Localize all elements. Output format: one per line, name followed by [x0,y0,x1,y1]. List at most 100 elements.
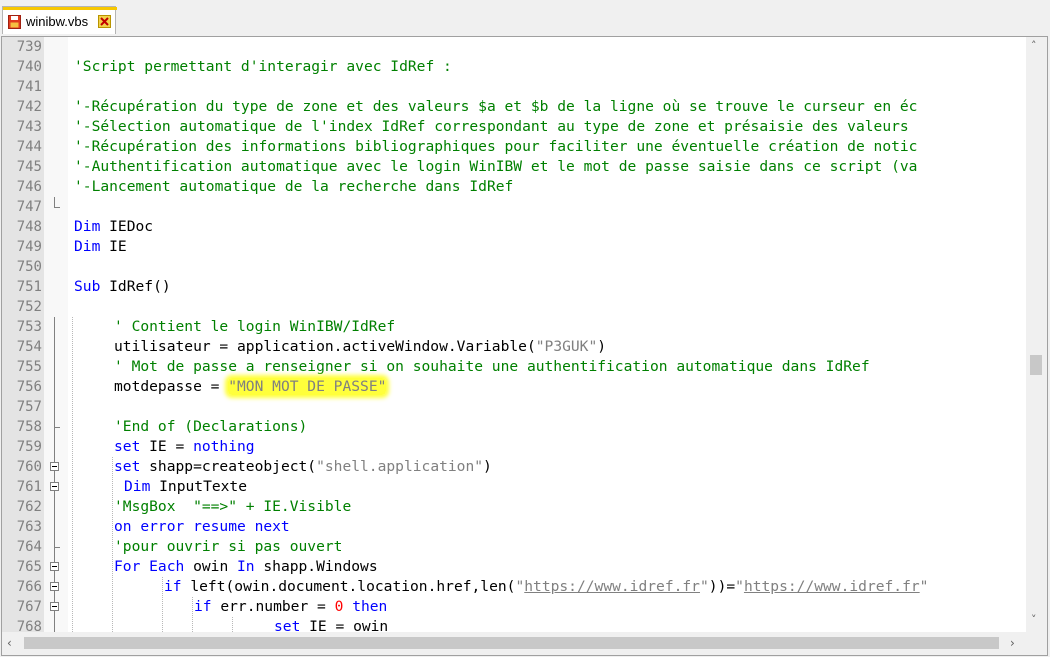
fold-margin [44,37,68,632]
code-text: IE = owin [300,618,389,632]
line-number: 744 [16,139,42,155]
code-line: Dim IEDoc [74,217,153,237]
tab-winibw-vbs[interactable]: winibw.vbs [2,6,117,34]
chevron-right-icon[interactable]: › [1010,636,1015,650]
fold-collapse-icon[interactable] [50,482,59,491]
identifier: IdRef() [100,278,171,295]
code-text: ) [483,458,492,475]
tab-active-accent [3,7,117,10]
vertical-scrollbar[interactable]: ˄ ˅ [1026,37,1047,632]
line-number: 751 [16,279,42,295]
line-number: 747 [16,199,42,215]
code-editor[interactable]: 739 740 741 742 743 744 745 746 747 748 … [1,36,1048,656]
keyword: set [114,458,141,475]
code-keyword-line: on error resume next [114,518,290,535]
code-comment: ' Mot de passe a renseigner si on souhai… [114,358,870,375]
code-text: shapp.Windows [254,558,378,575]
keyword: set [274,618,301,632]
string-quote: " [735,578,744,595]
line-number: 746 [16,179,42,195]
line-number: 739 [16,39,42,55]
url-link[interactable]: https://www.idref.fr [524,578,700,595]
close-icon[interactable] [98,15,111,28]
url-link[interactable]: https://www.idref.fr [744,578,920,595]
chevron-up-icon[interactable]: ˄ [1031,40,1042,51]
code-line: if err.number = 0 then [194,597,387,617]
fold-tick [54,427,60,428]
chevron-down-icon[interactable]: ˅ [1031,614,1042,625]
line-number: 754 [16,339,42,355]
code-text: owin [184,558,238,575]
code-text: motdepasse = [114,378,229,395]
code-text: left(owin.document.location.href,len( [181,578,516,595]
code-line: if left(owin.document.location.href,len(… [164,577,928,597]
indent-guide [112,457,113,632]
keyword: nothing [193,438,255,455]
code-text: err.number = [211,598,335,615]
keyword: In [237,558,255,575]
line-number: 760 [16,459,42,475]
fold-collapse-icon[interactable] [50,602,59,611]
string-literal: "shell.application" [316,458,484,475]
line-number: 743 [16,119,42,135]
keyword: Dim [74,218,101,235]
code-line: Sub IdRef() [74,277,171,297]
string-quote: " [919,578,929,595]
line-number: 745 [16,159,42,175]
code-comment: '-Récupération des informations bibliogr… [74,138,918,155]
keyword: Dim [74,238,101,255]
chevron-left-icon[interactable]: ‹ [7,636,12,650]
fold-collapse-icon[interactable] [50,562,59,571]
line-number: 767 [16,599,42,615]
keyword: set [114,438,141,455]
code-line: set shapp=createobject("shell.applicatio… [114,457,492,477]
line-number: 749 [16,239,42,255]
code-text: shapp=createobject( [140,458,317,475]
code-comment: ' Contient le login WinIBW/IdRef [114,318,396,335]
indent-guide [72,317,73,632]
code-comment: '-Authentification automatique avec le l… [74,158,918,175]
code-text: utilisateur = application.activeWindow.V… [114,338,536,355]
fold-collapse-icon[interactable] [50,462,59,471]
line-number: 740 [16,59,42,75]
scrollbar-corner [1026,632,1047,655]
identifier: IE [100,238,127,255]
code-area[interactable]: 'Script permettant d'interagir avec IdRe… [68,37,1026,632]
line-number: 750 [16,259,42,275]
line-number: 764 [16,539,42,555]
fold-collapse-icon[interactable] [50,582,59,591]
horizontal-scroll-thumb[interactable] [24,637,999,649]
keyword: if [164,578,182,595]
code-text: ))= [708,578,736,595]
code-comment: 'pour ouvrir si pas ouvert [114,538,343,555]
tab-label: winibw.vbs [26,14,89,29]
code-line: Dim InputTexte [124,477,247,497]
horizontal-scrollbar[interactable]: ‹ › [2,632,1026,655]
line-number: 753 [16,319,42,335]
vertical-scroll-thumb[interactable] [1030,355,1042,375]
floppy-disk-icon [8,15,21,29]
identifier: IEDoc [100,218,154,235]
keyword: if [194,598,212,615]
line-number: 763 [16,519,42,535]
tab-bar: winibw.vbs [0,0,1050,36]
line-number-gutter: 739 740 741 742 743 744 745 746 747 748 … [2,37,44,635]
code-text: IE = [140,438,194,455]
line-number: 756 [16,379,42,395]
keyword: For Each [114,558,185,575]
string-quote: " [515,578,525,595]
code-comment: '-Sélection automatique de l'index IdRef… [74,118,909,135]
code-comment: '-Lancement automatique de la recherche … [74,178,514,195]
line-number: 742 [16,99,42,115]
keyword: then [352,598,388,615]
line-number: 759 [16,439,42,455]
highlighted-password-string: "MON MOT DE PASSE" [228,378,387,395]
indent-guide [232,617,233,632]
indent-guide [162,577,163,632]
code-line: set IE = nothing [114,437,255,457]
line-number: 752 [16,299,42,315]
line-number: 755 [16,359,42,375]
code-line: set IE = owin [274,617,388,632]
code-line: For Each owin In shapp.Windows [114,557,378,577]
